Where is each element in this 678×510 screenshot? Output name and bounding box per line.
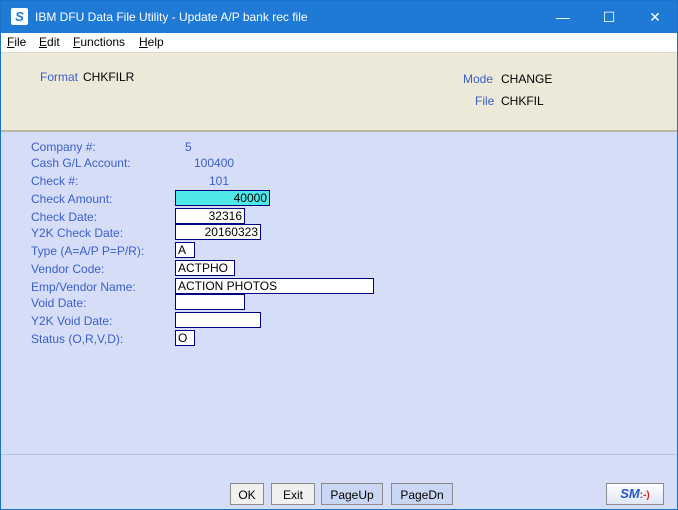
company-label: Company #:: [31, 140, 96, 154]
void-date-label: Void Date:: [31, 296, 87, 310]
check-number-value: 101: [209, 174, 230, 188]
check-amount-field[interactable]: 40000: [175, 190, 270, 206]
cash-gl-label: Cash G/L Account:: [31, 156, 131, 170]
dfu-window: S IBM DFU Data File Utility - Update A/P…: [0, 0, 678, 510]
menu-functions-label: unctions: [80, 35, 126, 49]
status-field[interactable]: O: [175, 330, 195, 346]
minimize-button[interactable]: —: [540, 1, 586, 33]
sm-logo-badge[interactable]: SM:-): [606, 483, 664, 505]
vendor-code-field[interactable]: ACTPHO: [175, 260, 235, 276]
file-value: CHKFIL: [501, 94, 544, 108]
company-value: 5: [185, 140, 192, 154]
vendor-code-label: Vendor Code:: [31, 262, 105, 276]
void-date-field[interactable]: [175, 294, 245, 310]
menu-help[interactable]: Help: [139, 35, 164, 49]
maximize-button[interactable]: ☐: [586, 1, 632, 33]
menu-edit-label: dit: [47, 35, 60, 49]
y2k-void-date-label: Y2K Void Date:: [31, 314, 113, 328]
mode-label: Mode: [463, 72, 494, 86]
title-bar[interactable]: S IBM DFU Data File Utility - Update A/P…: [1, 1, 677, 33]
menu-edit[interactable]: Edit: [39, 35, 60, 49]
window-title: IBM DFU Data File Utility - Update A/P b…: [35, 10, 308, 24]
record-header-panel: Format CHKFILR Mode CHANGE File CHKFIL: [1, 53, 677, 132]
menu-file[interactable]: File: [7, 35, 26, 49]
emp-vendor-name-label: Emp/Vendor Name:: [31, 280, 136, 294]
mode-value: CHANGE: [501, 72, 553, 86]
check-date-label: Check Date:: [31, 210, 98, 224]
sm-logo-icon: SM: [620, 486, 640, 501]
pageup-button[interactable]: PageUp: [321, 483, 383, 505]
menu-help-accelerator: H: [139, 35, 148, 49]
format-label: Format: [40, 70, 79, 84]
type-label: Type (A=A/P P=P/R):: [31, 244, 145, 258]
menu-bar: File Edit Functions Help: [1, 33, 677, 53]
button-bar: OK Exit PageUp PageDn SM:-): [1, 454, 677, 509]
menu-file-label: ile: [14, 35, 27, 49]
pagedn-button[interactable]: PageDn: [391, 483, 453, 505]
record-form: Company #: 5 Cash G/L Account: 100400 Ch…: [1, 132, 677, 454]
status-label: Status (O,R,V,D):: [31, 332, 124, 346]
smiley-icon: :-): [639, 490, 650, 501]
y2k-check-date-field[interactable]: 20160323: [175, 224, 261, 240]
cash-gl-value: 100400: [194, 156, 235, 170]
exit-button[interactable]: Exit: [271, 483, 315, 505]
close-button[interactable]: ✕: [632, 1, 677, 33]
menu-help-label: elp: [147, 35, 164, 49]
app-logo-icon: S: [11, 8, 28, 25]
menu-edit-accelerator: E: [39, 35, 48, 49]
emp-vendor-name-field[interactable]: ACTION PHOTOS: [175, 278, 374, 294]
format-value: CHKFILR: [83, 70, 135, 84]
ok-button[interactable]: OK: [230, 483, 264, 505]
y2k-check-date-label: Y2K Check Date:: [31, 226, 124, 240]
menu-functions[interactable]: Functions: [73, 35, 125, 49]
type-field[interactable]: A: [175, 242, 195, 258]
check-date-field[interactable]: 32316: [175, 208, 245, 224]
file-label: File: [475, 94, 495, 108]
y2k-void-date-field[interactable]: [175, 312, 261, 328]
check-number-label: Check #:: [31, 174, 79, 188]
check-amount-label: Check Amount:: [31, 192, 113, 206]
